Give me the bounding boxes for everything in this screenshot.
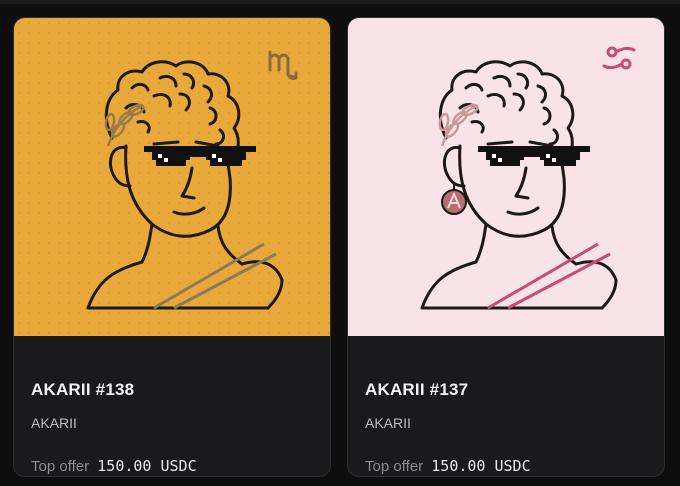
top-offer: Top offer 150.00 USDC xyxy=(31,457,197,475)
top-offer-amount: 150.00 USDC xyxy=(431,457,531,475)
nft-title[interactable]: AKARII #137 xyxy=(365,380,468,400)
collection-name[interactable]: AKARII xyxy=(31,415,77,431)
top-divider xyxy=(0,0,680,4)
nft-artwork xyxy=(348,18,664,336)
nft-artwork xyxy=(14,18,330,336)
nft-card[interactable]: AKARII #138 AKARII Top offer 150.00 USDC xyxy=(13,17,331,477)
nft-card[interactable]: AKARII #137 AKARII Top offer 150.00 USDC xyxy=(347,17,665,477)
top-offer-amount: 150.00 USDC xyxy=(97,457,197,475)
top-offer-label: Top offer xyxy=(31,458,90,475)
nft-title[interactable]: AKARII #138 xyxy=(31,380,134,400)
top-offer: Top offer 150.00 USDC xyxy=(365,457,531,475)
collection-name[interactable]: AKARII xyxy=(365,415,411,431)
top-offer-label: Top offer xyxy=(365,458,424,475)
